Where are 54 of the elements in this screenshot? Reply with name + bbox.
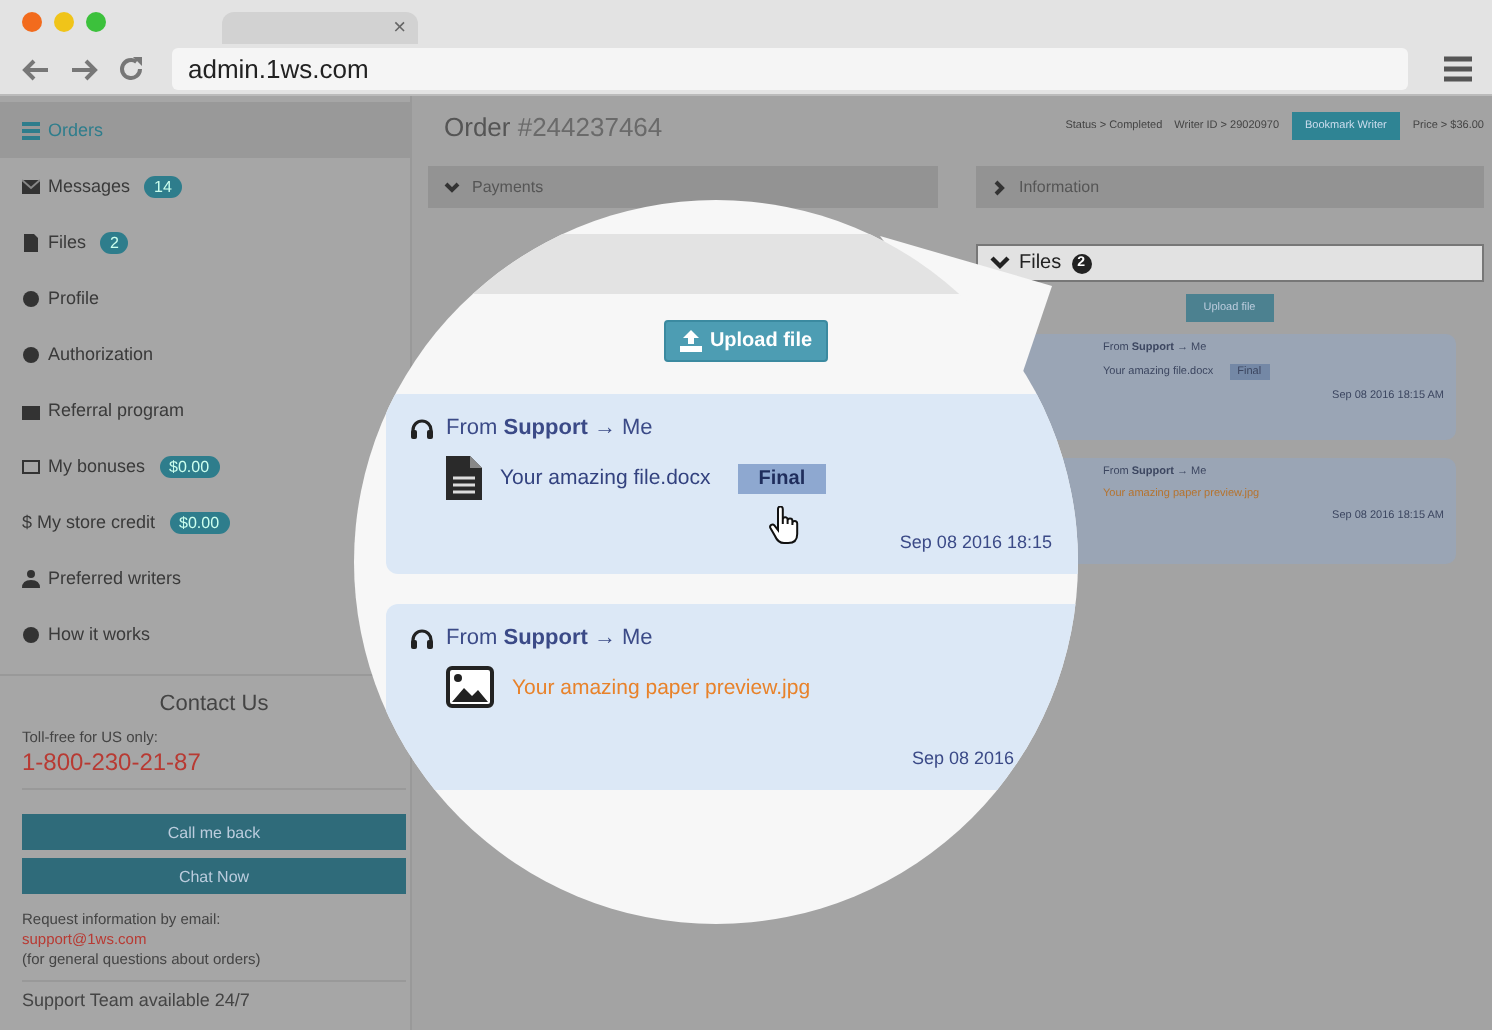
circle-icon [22, 345, 40, 363]
chevron-icon [444, 181, 460, 193]
upload-file-button[interactable]: Upload file [663, 320, 829, 362]
count-badge: 14 [144, 175, 182, 197]
sidebar-item[interactable]: Profile [0, 270, 106, 326]
message-time: Sep 08 2016 18:15 [899, 532, 1052, 552]
close-window-icon[interactable] [22, 12, 42, 32]
file-link[interactable]: Your amazing file.docx [500, 466, 711, 490]
order-title: Order #244237464 [444, 111, 663, 141]
sidebar-item[interactable]: $ My store credit $0.00 [0, 494, 236, 550]
forward-arrow-icon[interactable] [70, 57, 98, 81]
tab-close-button[interactable]: × [393, 17, 406, 39]
contact-title: Contact Us [157, 692, 271, 716]
headset-icon [410, 417, 434, 439]
count-badge: 2 [100, 231, 129, 253]
sidebar-item[interactable]: My bonuses $0.00 [0, 438, 226, 494]
panel-header[interactable]: Payments [428, 166, 937, 208]
circle-icon [22, 289, 40, 307]
contact-button[interactable]: Chat Now [22, 858, 406, 894]
sender-line: From Support → Me [446, 626, 653, 650]
count-badge: $0.00 [159, 455, 220, 477]
document-icon [22, 233, 40, 251]
sender-line: From Support → Me [446, 416, 653, 440]
sidebar-item[interactable]: Authorization [0, 326, 160, 382]
list-icon [22, 121, 40, 139]
menu-icon[interactable] [1444, 56, 1472, 82]
reload-icon[interactable] [118, 56, 144, 82]
sidebar-item[interactable]: How it works [0, 606, 157, 662]
browser-tab[interactable]: × [222, 12, 418, 44]
hand-cursor-icon [768, 506, 800, 546]
sidebar-item[interactable]: Files 2 [0, 214, 135, 270]
person-icon [22, 569, 40, 587]
circle-icon [22, 625, 40, 643]
file-tag: Final [738, 463, 826, 493]
sidebar-item[interactable]: Messages 14 [0, 158, 188, 214]
panel-header[interactable]: Information [975, 166, 1484, 208]
chevron-icon [989, 256, 1009, 270]
document-icon [446, 456, 482, 500]
chevron-icon [993, 179, 1005, 195]
contact-button[interactable]: Call me back [22, 814, 406, 850]
message-time: Sep 08 2016 [911, 748, 1014, 768]
sidebar-item[interactable]: Preferred writers [0, 550, 188, 606]
file-link[interactable]: Your amazing paper preview.jpg [512, 675, 811, 699]
address-bar[interactable]: admin.1ws.com [172, 48, 1408, 90]
upload-icon [679, 330, 702, 352]
zoom-window-icon[interactable] [86, 12, 106, 32]
image-icon [446, 666, 494, 708]
back-arrow-icon[interactable] [22, 57, 50, 81]
headset-icon [410, 627, 434, 649]
envelope-icon [22, 177, 40, 195]
banknote-icon [22, 457, 40, 475]
sidebar-item[interactable]: Referral program [0, 382, 191, 438]
count-badge: $0.00 [169, 511, 230, 533]
availability-note: Support Team available 24/7 [22, 980, 406, 1010]
